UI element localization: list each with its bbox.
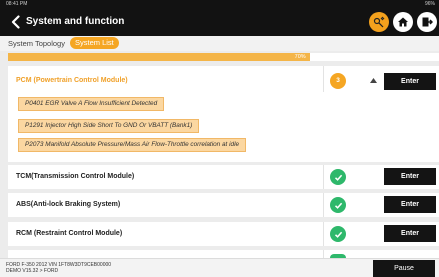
checkmark-icon (334, 174, 342, 181)
dtc-count-badge: 3 (330, 73, 346, 89)
vci-icon (373, 16, 385, 28)
enter-button-rcm[interactable]: Enter (384, 225, 436, 242)
home-icon (398, 17, 408, 27)
scan-progress-bar: 70% (8, 53, 439, 61)
collapse-icon[interactable] (370, 78, 377, 83)
footer-bar: FORD F-350 2012 VIN 1FT8W3DT9CEB00000 DE… (0, 258, 439, 277)
module-name: PCM (Powertrain Control Module) (16, 77, 128, 84)
module-card-partial (8, 250, 439, 258)
enter-button-abs[interactable]: Enter (384, 196, 436, 213)
divider (323, 250, 324, 258)
scan-progress-fill: 70% (8, 53, 310, 61)
module-name: RCM (Restraint Control Module) (16, 230, 123, 237)
divider (323, 165, 324, 189)
title-bar: System and function (0, 9, 439, 36)
enter-button-pcm[interactable]: Enter (384, 73, 436, 90)
software-version-line: DEMO V15.32 > FORD (6, 268, 59, 274)
screen: 08:41 PM 96% System and function System … (0, 0, 439, 277)
enter-button-tcm[interactable]: Enter (384, 168, 436, 185)
checkmark-icon (334, 231, 342, 238)
status-ok-badge (330, 197, 346, 213)
module-card-tcm: TCM(Transmission Control Module) Enter (8, 165, 439, 189)
checkmark-icon (334, 202, 342, 209)
module-card-abs: ABS(Anti-lock Braking System) Enter (8, 193, 439, 217)
page-title: System and function (26, 16, 125, 27)
module-name: TCM(Transmission Control Module) (16, 173, 135, 180)
tab-system-list[interactable]: System List (70, 37, 119, 49)
status-bar: 08:41 PM 96% (0, 0, 439, 9)
header-actions (369, 12, 437, 32)
vci-button[interactable] (369, 12, 389, 32)
exit-button[interactable] (417, 12, 437, 32)
status-battery: 96% (424, 1, 435, 7)
status-ok-badge (330, 169, 346, 185)
tab-system-topology[interactable]: System Topology (8, 39, 65, 48)
status-ok-badge (330, 226, 346, 242)
dtc-item: P2073 Manifold Absolute Pressure/Mass Ai… (18, 138, 247, 152)
chevron-left-icon (11, 15, 20, 29)
pause-button[interactable]: Pause (373, 260, 435, 277)
scan-progress-label: 70% (294, 54, 306, 60)
divider (323, 193, 324, 217)
module-card-pcm: PCM (Powertrain Control Module) 3 Enter … (8, 66, 439, 162)
module-name: ABS(Anti-lock Braking System) (16, 201, 121, 208)
back-button[interactable] (8, 13, 22, 31)
divider (323, 222, 324, 246)
dtc-item: P0401 EGR Valve A Flow Insufficient Dete… (18, 97, 165, 111)
dtc-item: P1291 Injector High Side Short To GND Or… (18, 119, 200, 133)
exit-icon (422, 17, 433, 27)
home-button[interactable] (393, 12, 413, 32)
status-time: 08:41 PM (6, 1, 28, 7)
divider (323, 66, 324, 92)
module-card-rcm: RCM (Restraint Control Module) Enter (8, 222, 439, 246)
vehicle-info: FORD F-350 2012 VIN 1FT8W3DT9CEB00000 DE… (6, 262, 111, 274)
tab-bar: System Topology System List (0, 36, 439, 51)
